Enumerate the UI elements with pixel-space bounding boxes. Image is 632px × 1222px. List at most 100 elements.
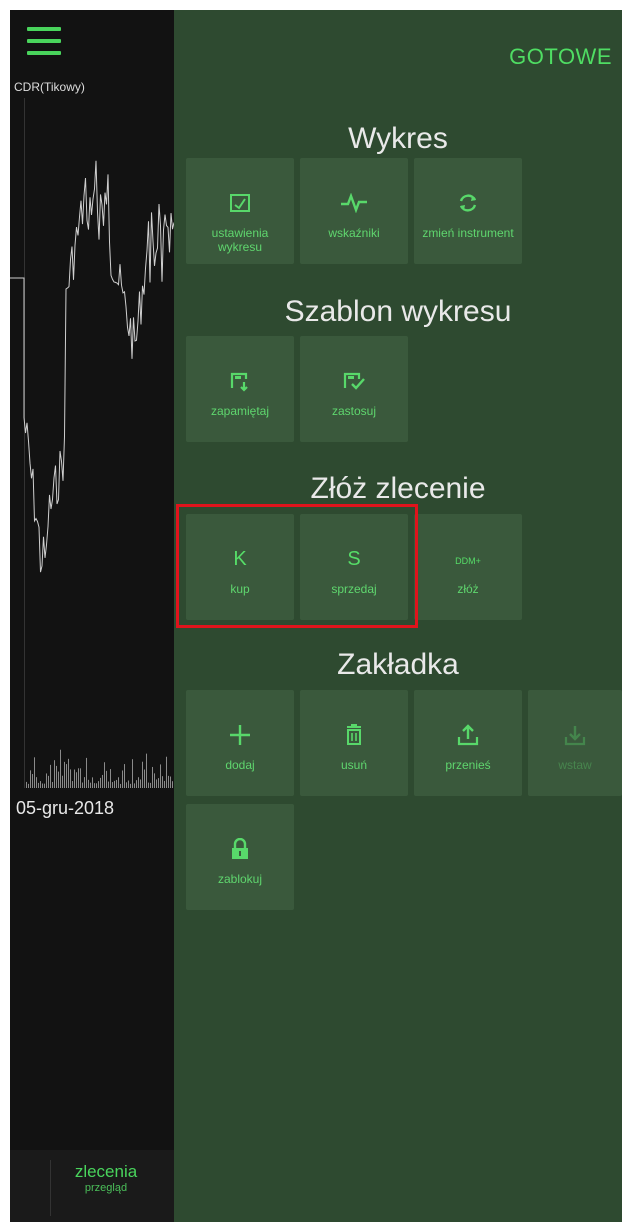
tile-label: dodaj <box>225 758 255 772</box>
volume-bar <box>34 757 35 788</box>
volume-bar <box>158 778 159 788</box>
volume-bar <box>98 781 99 788</box>
bottom-tab-zlecenia[interactable]: zlecenia przegląd <box>58 1162 154 1194</box>
volume-bar <box>136 780 137 788</box>
volume-bars <box>26 749 173 788</box>
volume-bar <box>88 779 89 788</box>
tile-label: zapamiętaj <box>210 404 270 418</box>
volume-bar <box>156 779 157 788</box>
volume-bar <box>110 769 111 788</box>
volume-bar <box>48 775 49 788</box>
volume-bar <box>100 777 101 788</box>
volume-bar <box>168 775 169 788</box>
tile-save-template[interactable]: zapamiętaj <box>186 336 294 442</box>
price-chart[interactable] <box>10 98 174 788</box>
volume-bar <box>126 782 127 788</box>
volume-bar <box>80 768 81 788</box>
tile-label: wstaw <box>558 758 592 772</box>
volume-bar <box>134 783 135 788</box>
volume-bar <box>142 761 143 788</box>
section-title-wykres: Wykres <box>348 122 448 155</box>
tab-divider <box>50 1160 51 1216</box>
tile-ddm-order[interactable]: DDM+ złóż <box>414 514 522 620</box>
volume-bar <box>66 764 67 788</box>
volume-bar <box>40 781 41 788</box>
volume-bar <box>114 780 115 788</box>
upload-icon <box>414 720 522 750</box>
tile-lock[interactable]: zablokuj <box>186 804 294 910</box>
tile-delete[interactable]: usuń <box>300 690 408 796</box>
volume-bar <box>162 776 163 788</box>
section-title-zlecenie: Złóż zlecenie <box>310 472 486 505</box>
download-icon <box>528 720 622 750</box>
tile-label: złóż <box>457 582 479 596</box>
done-button[interactable]: GOTOWE <box>509 44 612 70</box>
volume-bar <box>104 762 105 788</box>
save-template-icon <box>186 366 294 396</box>
tile-insert[interactable]: wstaw <box>528 690 622 796</box>
volume-bar <box>112 782 113 788</box>
volume-bar <box>164 780 165 788</box>
volume-bar <box>172 781 173 788</box>
volume-bar <box>154 773 155 788</box>
apply-template-icon <box>300 366 408 396</box>
volume-bar <box>78 768 79 788</box>
volume-bar <box>170 776 171 788</box>
tile-move[interactable]: przenieś <box>414 690 522 796</box>
volume-bar <box>150 782 151 788</box>
volume-bar <box>116 779 117 788</box>
tile-chart-settings[interactable]: ustawienia wykresu <box>186 158 294 264</box>
volume-bar <box>90 782 91 788</box>
section-title-zakladka: Zakładka <box>337 648 459 681</box>
volume-bar <box>70 769 71 788</box>
lock-icon <box>186 834 294 864</box>
volume-bar <box>128 780 129 788</box>
tile-label: zastosuj <box>331 404 377 418</box>
volume-bar <box>64 761 65 788</box>
volume-bar <box>60 749 61 788</box>
tile-add[interactable]: dodaj <box>186 690 294 796</box>
tile-indicators[interactable]: wskaźniki <box>300 158 408 264</box>
menu-icon[interactable] <box>27 27 61 57</box>
volume-bar <box>166 756 167 788</box>
volume-bar <box>58 771 59 788</box>
volume-bar <box>138 777 139 788</box>
volume-bar <box>146 753 147 788</box>
volume-bar <box>106 770 107 788</box>
volume-bar <box>46 773 47 788</box>
tile-label: wskaźniki <box>328 226 380 240</box>
volume-bar <box>72 781 73 788</box>
volume-bar <box>28 783 29 788</box>
tile-label: usuń <box>340 758 368 772</box>
indicators-icon <box>300 188 408 218</box>
bottom-tab-partial[interactable]: el vy <box>10 1162 46 1194</box>
app-frame: CDR(Tikowy) 05-gru-2018 el vy zlecenia p… <box>10 10 622 1222</box>
volume-bar <box>132 759 133 788</box>
volume-bar <box>96 783 97 788</box>
volume-bar <box>30 770 31 788</box>
menu-panel: GOTOWE Wykres ustawienia wykresu wskaźni… <box>174 10 622 1222</box>
tile-change-instrument[interactable]: zmień instrument <box>414 158 522 264</box>
volume-bar <box>36 777 37 788</box>
chart-panel: CDR(Tikowy) 05-gru-2018 el vy zlecenia p… <box>10 10 174 1222</box>
tile-apply-template[interactable]: zastosuj <box>300 336 408 442</box>
volume-bar <box>108 781 109 788</box>
section-title-szablon: Szablon wykresu <box>284 295 512 328</box>
volume-bar <box>44 783 45 788</box>
volume-bar <box>26 781 27 788</box>
volume-bar <box>38 782 39 788</box>
trash-icon <box>300 720 408 750</box>
volume-bar <box>82 782 83 788</box>
volume-bar <box>54 760 55 788</box>
volume-bar <box>144 769 145 788</box>
volume-bar <box>130 783 131 788</box>
instrument-label: CDR(Tikowy) <box>14 80 85 94</box>
bottom-tab-title: zlecenia <box>74 1162 138 1181</box>
volume-bar <box>118 777 119 788</box>
volume-bar <box>86 757 87 788</box>
volume-bar <box>50 764 51 788</box>
volume-bar <box>92 777 93 788</box>
volume-bar <box>94 783 95 788</box>
price-line <box>10 160 174 573</box>
volume-bar <box>74 769 75 788</box>
